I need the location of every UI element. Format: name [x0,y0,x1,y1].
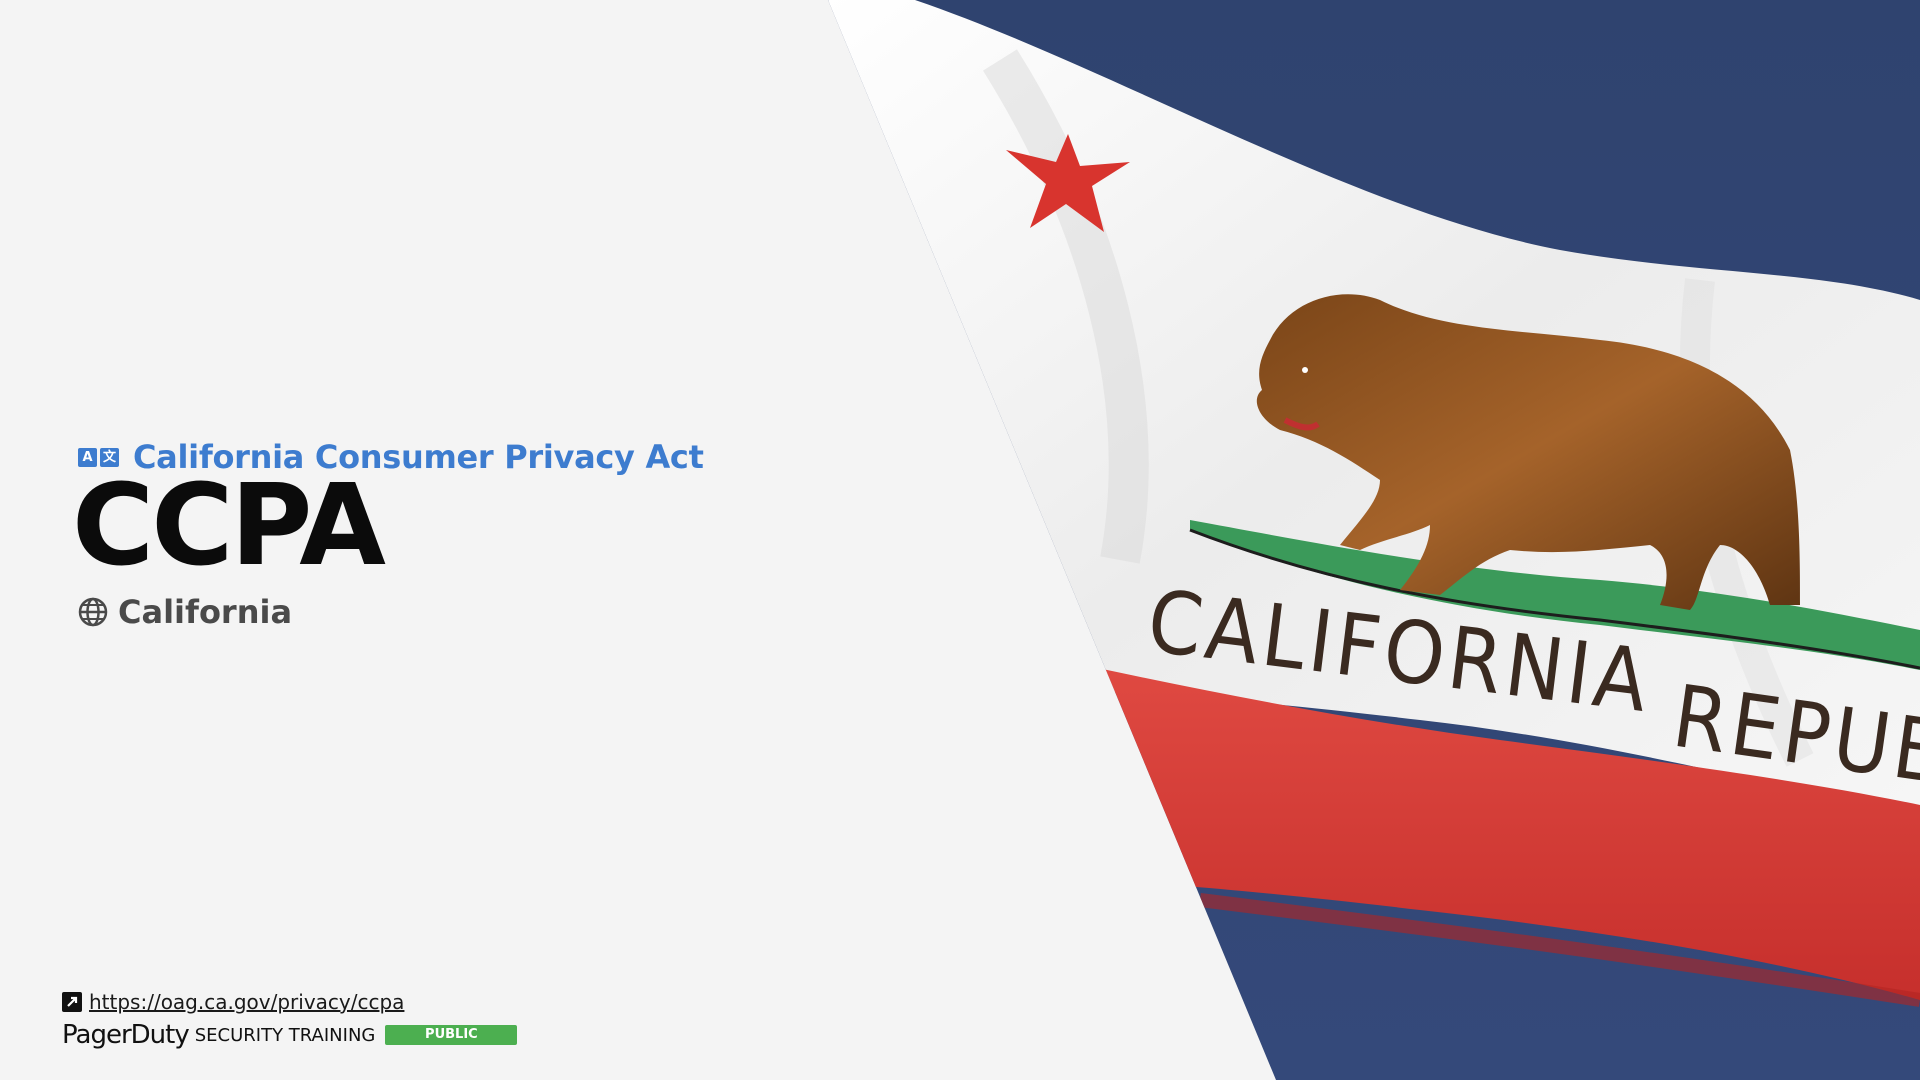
classification-badge: PUBLIC [385,1025,518,1045]
source-link[interactable]: https://oag.ca.gov/privacy/ccpa [89,990,404,1014]
external-link-icon [62,992,82,1012]
footer: PagerDuty SECURITY TRAINING PUBLIC [62,1020,518,1050]
region-row: California [78,593,292,631]
title-slide: CALIFORNIA REPUBL A文 California Consumer… [0,0,1920,1080]
link-row[interactable]: https://oag.ca.gov/privacy/ccpa [62,990,404,1014]
slide-title: CCPA [72,461,386,591]
region-label: California [118,593,293,631]
training-label: SECURITY TRAINING [194,1024,376,1046]
pagerduty-logo: PagerDuty [62,1020,190,1050]
globe-icon [78,597,108,627]
